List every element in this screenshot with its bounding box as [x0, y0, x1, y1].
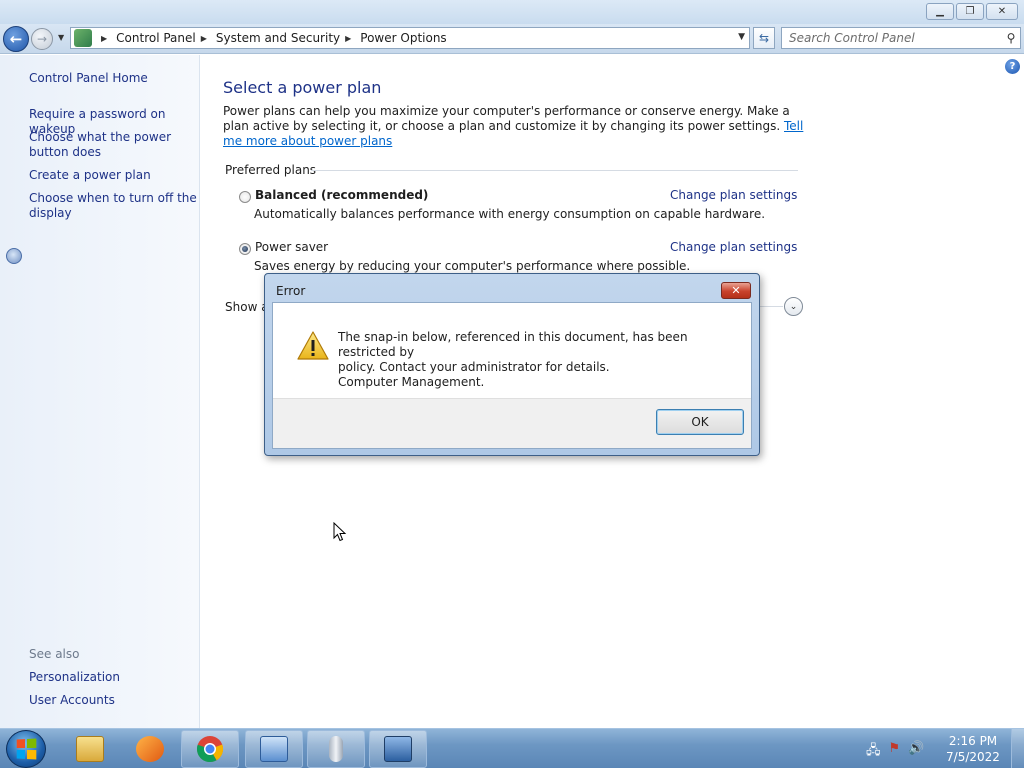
task-pane: Control Panel Home Require a password on…: [0, 55, 200, 728]
turn-off-display-link[interactable]: Choose when to turn off the display: [29, 191, 197, 221]
dialog-message-line: The snap-in below, referenced in this do…: [338, 330, 688, 359]
breadcrumb-separator-icon[interactable]: ▶: [201, 34, 207, 43]
minimize-icon: ▁: [936, 6, 944, 17]
page-title: Select a power plan: [223, 78, 382, 97]
balanced-change-settings-link[interactable]: Change plan settings: [670, 188, 797, 202]
close-window-button[interactable]: ✕: [986, 3, 1018, 20]
dialog-footer: OK: [273, 398, 751, 448]
clock-time: 2:16 PM: [948, 734, 998, 748]
power-saver-change-settings-link[interactable]: Change plan settings: [670, 240, 797, 254]
taskbar-clock[interactable]: 2:16 PM 7/5/2022: [940, 733, 1006, 765]
search-icon[interactable]: ⚲: [1002, 31, 1020, 45]
clock-date: 7/5/2022: [946, 750, 1000, 764]
preferred-plans-label: Preferred plans: [225, 163, 317, 177]
create-power-plan-link[interactable]: Create a power plan: [29, 168, 197, 183]
chevron-down-icon: ⌄: [789, 301, 798, 312]
dialog-body: The snap-in below, referenced in this do…: [272, 302, 752, 449]
help-icon: ?: [1009, 61, 1016, 72]
windows-logo-icon: [16, 738, 37, 760]
refresh-button[interactable]: ⇆: [753, 27, 775, 49]
breadcrumb-control-panel[interactable]: Control Panel: [116, 31, 196, 45]
mouse-cursor-icon: [333, 522, 347, 542]
folder-icon: [76, 736, 104, 762]
balanced-radio[interactable]: [239, 191, 251, 203]
search-input[interactable]: [782, 31, 1002, 45]
taskbar-remote-desktop[interactable]: [369, 730, 427, 768]
help-button[interactable]: ?: [1005, 59, 1020, 74]
chrome-icon: [196, 736, 224, 763]
dialog-close-button[interactable]: ✕: [721, 282, 751, 299]
forward-arrow-icon: →: [36, 32, 48, 46]
show-desktop-button[interactable]: [1011, 729, 1024, 768]
dialog-message-line: Computer Management.: [338, 375, 485, 389]
ok-button[interactable]: OK: [656, 409, 744, 435]
error-dialog: Error ✕ The snap-in below, referenced in…: [264, 273, 760, 456]
minimize-button[interactable]: ▁: [926, 3, 954, 20]
expand-button[interactable]: ⌄: [784, 297, 803, 316]
user-accounts-link[interactable]: User Accounts: [29, 693, 197, 708]
breadcrumb-power-options[interactable]: Power Options: [360, 31, 446, 45]
intro-text: Power plans can help you maximize your c…: [223, 104, 790, 133]
network-icon[interactable]: 🖧: [866, 741, 881, 763]
warning-icon: [297, 331, 329, 360]
address-dropdown-icon[interactable]: ▼: [738, 32, 745, 42]
balanced-plan-description: Automatically balances performance with …: [254, 207, 766, 221]
back-arrow-icon: ←: [9, 30, 23, 48]
close-icon: ✕: [997, 6, 1007, 17]
intro-paragraph: Power plans can help you maximize your c…: [223, 104, 805, 149]
restore-button[interactable]: ❐: [956, 3, 984, 20]
window-titlebar: ▁ ❐ ✕: [0, 0, 1024, 24]
back-button[interactable]: ←: [3, 26, 29, 52]
control-panel-icon: [74, 29, 92, 47]
forward-button[interactable]: →: [31, 28, 53, 50]
start-button[interactable]: [6, 730, 46, 768]
restore-icon: ❐: [965, 6, 975, 17]
show-more-divider: [756, 306, 783, 307]
taskbar-microphone[interactable]: [307, 730, 365, 768]
dialog-title: Error: [276, 284, 306, 298]
taskbar-explorer[interactable]: [61, 730, 119, 768]
power-saver-plan-description: Saves energy by reducing your computer's…: [254, 259, 691, 273]
microphone-icon: [329, 736, 343, 762]
personalization-link[interactable]: Personalization: [29, 670, 197, 685]
media-player-icon: [136, 736, 164, 762]
taskbar: 🖧 ⚑ 🔊 2:16 PM 7/5/2022: [0, 728, 1024, 768]
breadcrumb-system-security[interactable]: System and Security: [216, 31, 340, 45]
recent-pages-dropdown[interactable]: ▼: [58, 33, 64, 42]
action-center-icon[interactable]: ⚑: [889, 741, 901, 763]
system-tray: 🖧 ⚑ 🔊: [866, 741, 924, 763]
section-divider: [311, 170, 798, 171]
display-clock-icon: [6, 248, 22, 264]
show-additional-plans-label[interactable]: Show a: [225, 300, 269, 314]
taskbar-media-player[interactable]: [121, 730, 179, 768]
volume-icon[interactable]: 🔊: [908, 741, 924, 763]
taskbar-chrome[interactable]: [181, 730, 239, 768]
power-saver-radio[interactable]: [239, 243, 251, 255]
breadcrumb-separator-icon[interactable]: ▶: [345, 34, 351, 43]
taskbar-control-panel[interactable]: [245, 730, 303, 768]
power-button-link[interactable]: Choose what the power button does: [29, 130, 197, 160]
control-panel-home-link[interactable]: Control Panel Home: [29, 71, 197, 86]
control-panel-taskbar-icon: [260, 736, 288, 762]
address-bar[interactable]: ▶ Control Panel ▶ System and Security ▶ …: [70, 27, 750, 49]
navigation-bar: ← → ▼ ▶ Control Panel ▶ System and Secur…: [0, 24, 1024, 54]
dialog-message: The snap-in below, referenced in this do…: [338, 330, 738, 390]
see-also-label: See also: [29, 647, 80, 661]
remote-desktop-icon: [384, 736, 412, 762]
refresh-icon: ⇆: [758, 31, 770, 45]
window-controls: ▁ ❐ ✕: [926, 3, 1018, 20]
dialog-message-line: policy. Contact your administrator for d…: [338, 360, 610, 374]
balanced-plan-name[interactable]: Balanced (recommended): [255, 188, 428, 202]
breadcrumb-separator-icon[interactable]: ▶: [101, 34, 107, 43]
power-saver-plan-name[interactable]: Power saver: [255, 240, 328, 254]
search-box[interactable]: ⚲: [781, 27, 1021, 49]
